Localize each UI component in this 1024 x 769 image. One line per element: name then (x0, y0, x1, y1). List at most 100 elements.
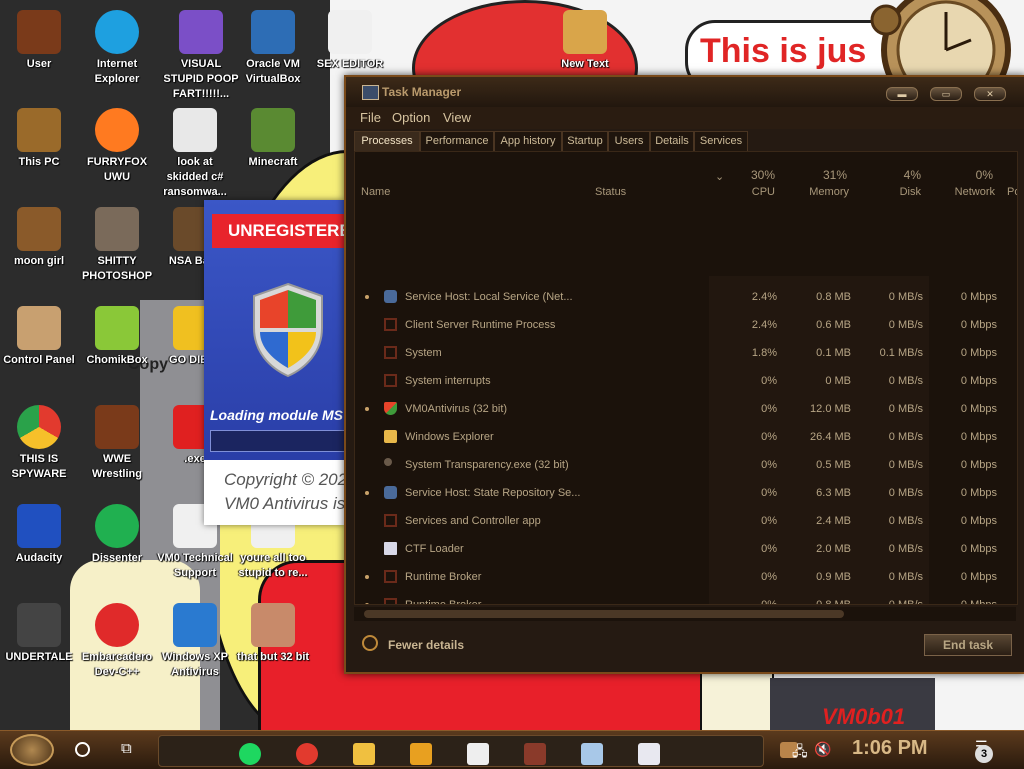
column-header-memory[interactable]: Memory (785, 186, 849, 198)
menu-view[interactable]: View (443, 110, 471, 125)
volume-muted-icon[interactable]: 🔇 (814, 741, 831, 758)
table-row[interactable]: System interrupts 0% 0 MB 0 MB/s 0 Mbps (355, 368, 1017, 396)
end-task-button[interactable]: End task (924, 634, 1012, 656)
tab-startup[interactable]: Startup (562, 131, 608, 152)
search-icon[interactable] (75, 742, 90, 757)
expand-row-icon[interactable] (365, 603, 369, 604)
disk-value: 0 MB/s (888, 375, 923, 387)
desktop-icon[interactable]: SHITTY PHOTOSHOP (78, 207, 156, 284)
disk-value: 0 MB/s (888, 571, 923, 583)
cpu-value: 0% (761, 571, 777, 583)
start-button[interactable] (10, 734, 54, 766)
column-header-network[interactable]: Network (935, 186, 995, 198)
desktop-icon-label: moon girl (13, 255, 65, 267)
menu-file[interactable]: File (360, 110, 381, 125)
steampunk-clock-icon (870, 0, 1011, 80)
sort-chevron-icon[interactable]: ⌄ (715, 170, 724, 183)
table-row[interactable]: Service Host: State Repository Se... 0% 6.… (355, 480, 1017, 508)
tab-performance[interactable]: Performance (420, 131, 494, 152)
table-row[interactable]: Runtime Broker 0% 0.8 MB 0 MB/s 0 Mbps (355, 592, 1017, 604)
task-manager-window[interactable]: Task Manager ▬ ▭ ✕ File Option View Proc… (344, 75, 1024, 674)
desktop-icon[interactable]: moon girl (0, 207, 78, 269)
desktop-icon-label: THIS IS SPYWARE (11, 453, 67, 480)
process-name: VM0Antivirus (32 bit) (405, 403, 508, 415)
tab-details[interactable]: Details (650, 131, 694, 152)
table-row[interactable]: Services and Controller app 0% 2.4 MB 0 MB/… (355, 508, 1017, 536)
table-row[interactable]: Service Host: Local Service (Net... 2.4% 0… (355, 284, 1017, 312)
horizontal-scrollbar-thumb[interactable] (364, 610, 844, 618)
desktop-icon[interactable]: that but 32 bit (234, 603, 312, 665)
desktop-icon[interactable]: ChomikBox (78, 306, 156, 368)
menu-option[interactable]: Option (392, 110, 430, 125)
desktop-icon[interactable]: This PC (0, 108, 78, 170)
table-row[interactable]: Runtime Broker 0% 0.9 MB 0 MB/s 0 Mbps (355, 564, 1017, 592)
chrome-icon[interactable] (296, 743, 318, 765)
horizontal-scrollbar[interactable] (354, 607, 1016, 621)
spotify-icon[interactable] (239, 743, 261, 765)
table-row[interactable]: System 1.8% 0.1 MB 0.1 MB/s 0 Mbps (355, 340, 1017, 368)
tab-processes[interactable]: Processes (354, 131, 420, 153)
tab-services[interactable]: Services (694, 131, 748, 152)
column-header-disk[interactable]: Disk (875, 186, 921, 198)
window-icon (384, 346, 397, 359)
vertical-scrollbar[interactable] (1003, 276, 1017, 586)
task-manager-titlebar[interactable]: Task Manager ▬ ▭ ✕ (346, 77, 1024, 107)
column-header-status[interactable]: Status (595, 186, 626, 198)
desktop-icon[interactable]: Embarcadero Dev-C++ (78, 603, 156, 680)
desktop-icon-label: New Text (561, 58, 609, 70)
copyright-text-line2: VM0 Antivirus is (224, 494, 344, 513)
tab-users[interactable]: Users (608, 131, 650, 152)
disk-value: 0 MB/s (888, 403, 923, 415)
expand-row-icon[interactable] (365, 491, 369, 495)
memory-percent: 31% (822, 168, 847, 182)
desktop-icon[interactable]: Audacity (0, 504, 78, 566)
maximize-button[interactable]: ▭ (930, 87, 962, 101)
column-header-name[interactable]: Name (361, 186, 390, 198)
taskbar-clock[interactable]: 1:06 PM (852, 737, 928, 760)
notepad-icon[interactable] (581, 743, 603, 765)
desktop-icon[interactable]: VISUAL STUPID POOP FART!!!!!... (162, 10, 240, 102)
desktop-icon[interactable]: New Text (546, 10, 624, 72)
expand-row-icon[interactable] (365, 295, 369, 299)
expand-row-icon[interactable] (365, 575, 369, 579)
desktop-icon[interactable]: SEX EDITOR (311, 10, 389, 72)
dissenter-icon (95, 504, 139, 548)
minimize-button[interactable]: ▬ (886, 87, 918, 101)
window-icon (384, 374, 397, 387)
antivirus-installer-window[interactable]: UNREGISTERED Loading module MS Copyright… (204, 200, 344, 525)
desktop-icon[interactable]: Control Panel (0, 306, 78, 368)
table-row[interactable]: Client Server Runtime Process 2.4% 0.6 MB 0… (355, 312, 1017, 340)
desktop-icon[interactable]: UNDERTALE (0, 603, 78, 665)
column-header-power[interactable]: Po (1007, 186, 1017, 198)
desktop-icon[interactable]: Internet Explorer (78, 10, 156, 87)
column-header-cpu[interactable]: CPU (741, 186, 775, 198)
slides-icon[interactable] (638, 743, 660, 765)
tab-app-history[interactable]: App history (494, 131, 562, 152)
desktop-icon[interactable]: Minecraft (234, 108, 312, 170)
table-row[interactable]: CTF Loader 0% 2.0 MB 0 MB/s 0 Mbps (355, 536, 1017, 564)
file-explorer-icon[interactable] (353, 743, 375, 765)
desktop-icon[interactable]: WWE Wrestling (78, 405, 156, 482)
desktop-icon[interactable]: User (0, 10, 78, 72)
close-button[interactable]: ✕ (974, 87, 1006, 101)
7zip-icon[interactable] (467, 743, 489, 765)
book-icon[interactable] (524, 743, 546, 765)
desktop-icon[interactable]: Windows XP Antivirus (156, 603, 234, 680)
desktop-icon[interactable]: THIS IS SPYWARE (0, 405, 78, 482)
desktop-icon[interactable]: look at skidded c# ransomwa... (156, 108, 234, 200)
table-row[interactable]: System Transparency.exe (32 bit) 0% 0.5 MB… (355, 452, 1017, 480)
chevron-up-icon[interactable] (362, 635, 378, 651)
network-icon[interactable]: 🖧 (792, 741, 808, 765)
expand-row-icon[interactable] (365, 407, 369, 411)
desktop-icon[interactable]: FURRYFOX UWU (78, 108, 156, 185)
fewer-details-link[interactable]: Fewer details (388, 638, 464, 652)
network-percent: 0% (975, 168, 993, 182)
de-app-icon[interactable] (410, 743, 432, 765)
desktop-icon-label: SEX EDITOR (316, 58, 384, 70)
task-view-icon[interactable]: ⧉ (121, 741, 139, 757)
desktop-icon[interactable]: Oracle VM VirtualBox (234, 10, 312, 87)
desktop-icon[interactable]: Dissenter (78, 504, 156, 566)
desktop-icon-label: Dissenter (91, 552, 143, 564)
table-row[interactable]: Windows Explorer 0% 26.4 MB 0 MB/s 0 Mbps (355, 424, 1017, 452)
table-row[interactable]: VM0Antivirus (32 bit) 0% 12.0 MB 0 MB/s 0 Mb… (355, 396, 1017, 424)
